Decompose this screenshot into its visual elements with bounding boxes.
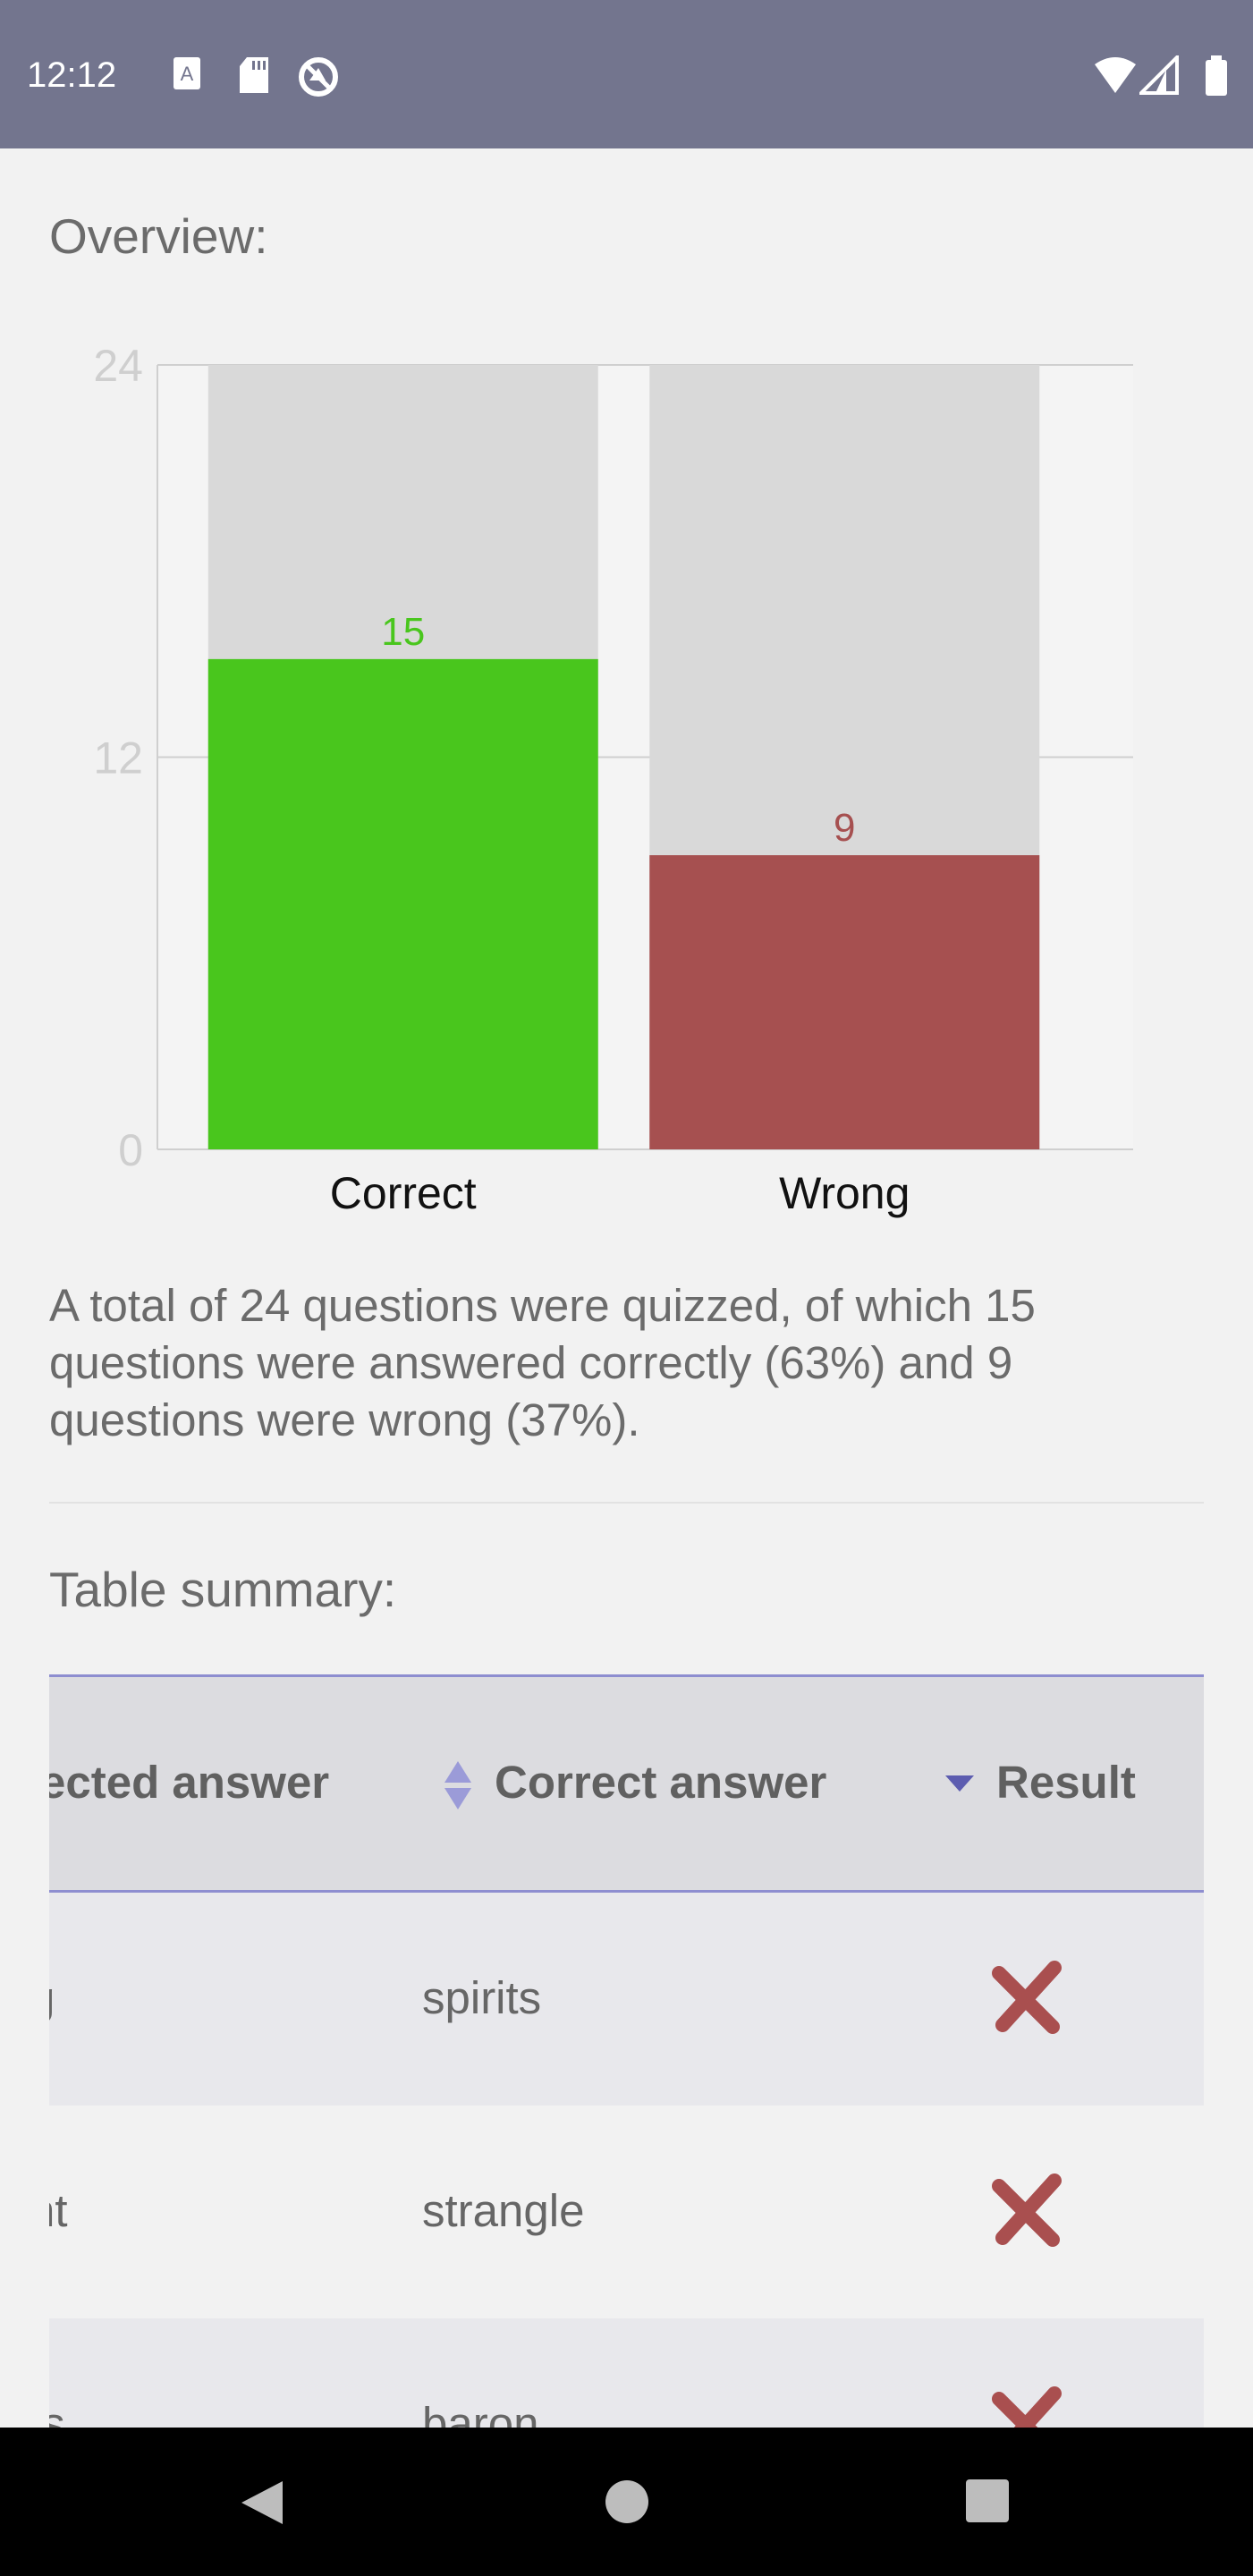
table-row[interactable]: ts baron xyxy=(49,2318,1204,2428)
y-tick-label: 12 xyxy=(93,733,143,784)
back-icon[interactable] xyxy=(236,2478,286,2528)
summary-text: A total of 24 questions were quizzed, of… xyxy=(49,1280,1036,1445)
wrong-x-icon xyxy=(992,2386,1062,2428)
recents-icon[interactable] xyxy=(964,2478,1011,2524)
overview-heading: Overview: xyxy=(49,208,268,264)
wifi-icon xyxy=(1095,57,1136,93)
home-icon[interactable] xyxy=(603,2478,651,2526)
sort-both-icon[interactable] xyxy=(443,1759,473,1811)
column-header-correct[interactable]: Correct answer xyxy=(495,1756,826,1809)
wrong-x-icon xyxy=(992,2174,1062,2247)
cell-selected: ts xyxy=(49,2398,65,2428)
x-tick-label: Correct xyxy=(330,1168,477,1218)
signal-icon xyxy=(1139,55,1179,95)
status-bar: 12:12 A xyxy=(0,0,1253,148)
y-tick-label: 0 xyxy=(118,1125,143,1175)
divider xyxy=(49,1502,1204,1504)
font-a-icon: A xyxy=(174,57,200,89)
y-tick-label: 24 xyxy=(93,341,143,391)
status-time: 12:12 xyxy=(27,55,117,95)
table-heading: Table summary: xyxy=(49,1562,397,1617)
svg-text:A: A xyxy=(181,63,194,85)
sd-card-icon xyxy=(240,57,268,93)
data-label: 15 xyxy=(381,610,425,654)
sort-desc-icon[interactable] xyxy=(944,1774,976,1793)
bar-correct xyxy=(207,658,598,1149)
cell-correct: strangle xyxy=(422,2185,585,2236)
table-header: ected answer Correct answer Result xyxy=(49,1674,1204,1893)
summary-table[interactable]: ected answer Correct answer Result g spi… xyxy=(49,1674,1204,2428)
cell-correct: baron xyxy=(422,2398,539,2428)
table-row[interactable]: g spirits xyxy=(49,1893,1204,2106)
cell-selected: nt xyxy=(49,2185,68,2236)
x-tick-label: Wrong xyxy=(779,1168,910,1218)
wrong-x-icon xyxy=(992,1961,1062,2034)
bar-wrong xyxy=(649,855,1040,1149)
table-row[interactable]: nt strangle xyxy=(49,2106,1204,2318)
column-header-selected[interactable]: ected answer xyxy=(49,1756,329,1809)
cell-selected: g xyxy=(49,1971,55,2024)
column-header-result[interactable]: Result xyxy=(996,1756,1136,1809)
no-sync-icon xyxy=(299,57,338,97)
bar-chart: 0 12 24 15 Correct 9 Wrong xyxy=(93,341,1133,1218)
cell-correct: spirits xyxy=(422,1972,542,2023)
battery-icon xyxy=(1206,55,1227,96)
navigation-bar xyxy=(0,2428,1253,2576)
data-label: 9 xyxy=(834,806,855,850)
